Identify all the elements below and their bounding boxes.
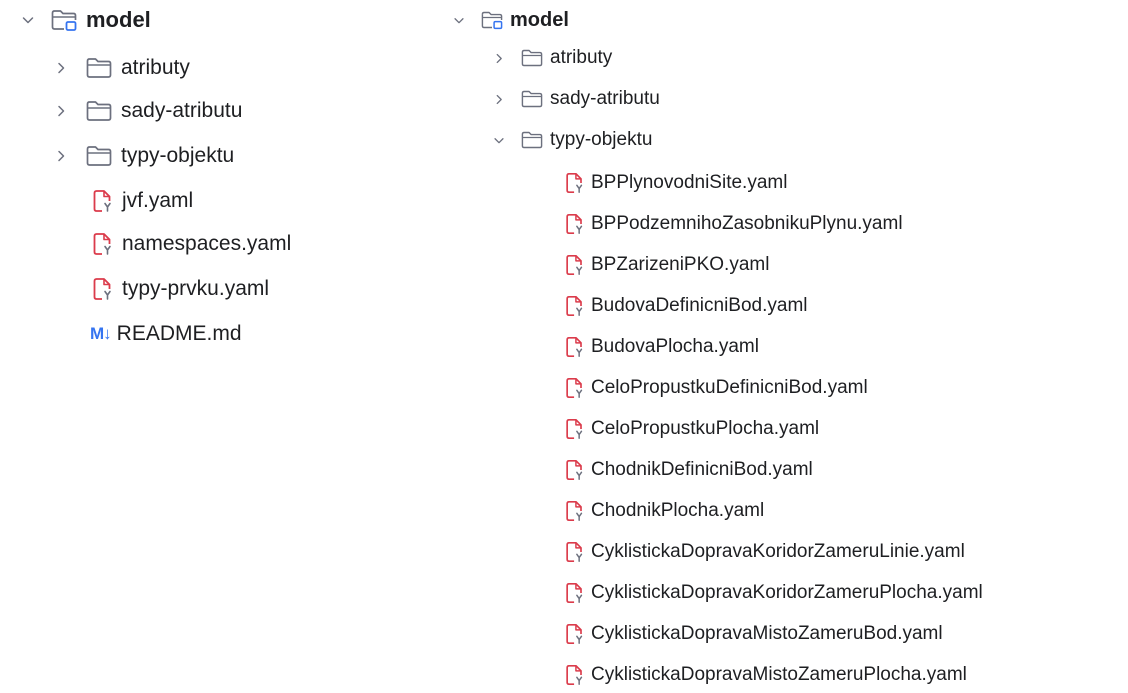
yaml-file-icon <box>563 212 587 236</box>
tree-file[interactable]: ChodnikDefinicniBod.yaml <box>563 452 813 488</box>
tree-file[interactable]: BPPlynovodniSite.yaml <box>563 165 787 201</box>
tree-item-label: model <box>86 7 151 32</box>
module-folder-icon <box>50 8 78 32</box>
chevron-right-icon[interactable] <box>53 103 69 119</box>
yaml-file-icon <box>563 540 587 564</box>
chevron-down-icon[interactable] <box>452 13 466 27</box>
folder-icon <box>85 144 113 168</box>
tree-item-label: sady-atributu <box>550 88 660 109</box>
tree-file[interactable]: M↓ README.md <box>90 314 242 354</box>
tree-root-model[interactable]: model <box>20 0 151 40</box>
tree-item-label: ChodnikDefinicniBod.yaml <box>591 459 813 480</box>
chevron-right-icon[interactable] <box>492 51 506 65</box>
tree-file[interactable]: BudovaPlocha.yaml <box>563 329 759 365</box>
tree-file[interactable]: CyklistickaDopravaMistoZameruBod.yaml <box>563 616 943 652</box>
chevron-down-icon[interactable] <box>492 133 506 147</box>
tree-item-label: typy-objektu <box>550 129 653 150</box>
folder-icon <box>85 99 113 123</box>
tree-folder-atributy[interactable]: atributy <box>492 40 612 76</box>
tree-item-label: typy-objektu <box>121 144 235 167</box>
tree-item-label: namespaces.yaml <box>122 232 292 255</box>
yaml-file-icon <box>563 171 587 195</box>
yaml-file-icon <box>563 581 587 605</box>
tree-file[interactable]: ChodnikPlocha.yaml <box>563 493 764 529</box>
tree-item-label: atributy <box>121 56 190 79</box>
tree-file[interactable]: CeloPropustkuPlocha.yaml <box>563 411 819 447</box>
tree-item-label: README.md <box>116 322 242 345</box>
yaml-file-icon <box>563 663 587 687</box>
folder-icon <box>520 48 544 68</box>
tree-file[interactable]: BPPodzemnihoZasobnikuPlynu.yaml <box>563 206 903 242</box>
yaml-file-icon <box>563 253 587 277</box>
folder-icon <box>520 89 544 109</box>
yaml-file-icon <box>563 294 587 318</box>
tree-item-label: CeloPropustkuDefinicniBod.yaml <box>591 377 868 398</box>
tree-item-label: ChodnikPlocha.yaml <box>591 500 765 521</box>
tree-file[interactable]: CyklistickaDopravaKoridorZameruLinie.yam… <box>563 534 965 570</box>
folder-icon <box>520 130 544 150</box>
yaml-file-icon <box>563 458 587 482</box>
folder-icon <box>85 56 113 80</box>
tree-item-label: model <box>510 8 569 31</box>
tree-item-label: sady-atributu <box>121 99 243 122</box>
tree-item-label: atributy <box>550 47 613 68</box>
tree-item-label: BudovaPlocha.yaml <box>591 336 759 357</box>
yaml-file-icon <box>563 417 587 441</box>
tree-folder-atributy[interactable]: atributy <box>53 48 190 88</box>
chevron-right-icon[interactable] <box>492 92 506 106</box>
tree-item-label: BPPlynovodniSite.yaml <box>591 172 788 193</box>
tree-item-label: CeloPropustkuPlocha.yaml <box>591 418 820 439</box>
tree-file[interactable]: BudovaDefinicniBod.yaml <box>563 288 808 324</box>
tree-file[interactable]: BPZarizeniPKO.yaml <box>563 247 769 283</box>
yaml-file-icon <box>563 376 587 400</box>
tree-file[interactable]: jvf.yaml <box>90 181 193 221</box>
tree-item-label: BPPodzemnihoZasobnikuPlynu.yaml <box>591 213 903 234</box>
tree-file[interactable]: CyklistickaDopravaKoridorZameruPlocha.ya… <box>563 575 983 611</box>
tree-folder-sady-atributu[interactable]: sady-atributu <box>53 91 242 131</box>
tree-item-label: BudovaDefinicniBod.yaml <box>591 295 808 316</box>
module-folder-icon <box>480 10 504 30</box>
tree-folder-sady-atributu[interactable]: sady-atributu <box>492 81 660 117</box>
tree-item-label: CyklistickaDopravaMistoZameruBod.yaml <box>591 623 943 644</box>
tree-item-label: CyklistickaDopravaKoridorZameruPlocha.ya… <box>591 582 983 603</box>
chevron-right-icon[interactable] <box>53 60 69 76</box>
chevron-right-icon[interactable] <box>53 148 69 164</box>
yaml-file-icon <box>90 276 116 302</box>
markdown-file-icon: M↓ <box>90 324 112 343</box>
tree-item-label: CyklistickaDopravaMistoZameruPlocha.yaml <box>591 664 967 685</box>
yaml-file-icon <box>563 622 587 646</box>
tree-file[interactable]: namespaces.yaml <box>90 224 291 264</box>
tree-item-label: CyklistickaDopravaKoridorZameruLinie.yam… <box>591 541 965 562</box>
tree-file[interactable]: typy-prvku.yaml <box>90 269 269 309</box>
tree-file[interactable]: CyklistickaDopravaMistoZameruPlocha.yaml <box>563 657 967 693</box>
tree-folder-typy-objektu[interactable]: typy-objektu <box>492 122 652 158</box>
tree-item-label: jvf.yaml <box>122 189 194 212</box>
chevron-down-icon[interactable] <box>20 12 36 28</box>
tree-folder-typy-objektu[interactable]: typy-objektu <box>53 136 234 176</box>
tree-file[interactable]: CeloPropustkuDefinicniBod.yaml <box>563 370 868 406</box>
yaml-file-icon <box>90 231 116 257</box>
yaml-file-icon <box>563 499 587 523</box>
tree-root-model[interactable]: model <box>452 2 569 38</box>
yaml-file-icon <box>90 188 116 214</box>
yaml-file-icon <box>563 335 587 359</box>
tree-item-label: typy-prvku.yaml <box>122 277 270 300</box>
tree-item-label: BPZarizeniPKO.yaml <box>591 254 770 275</box>
